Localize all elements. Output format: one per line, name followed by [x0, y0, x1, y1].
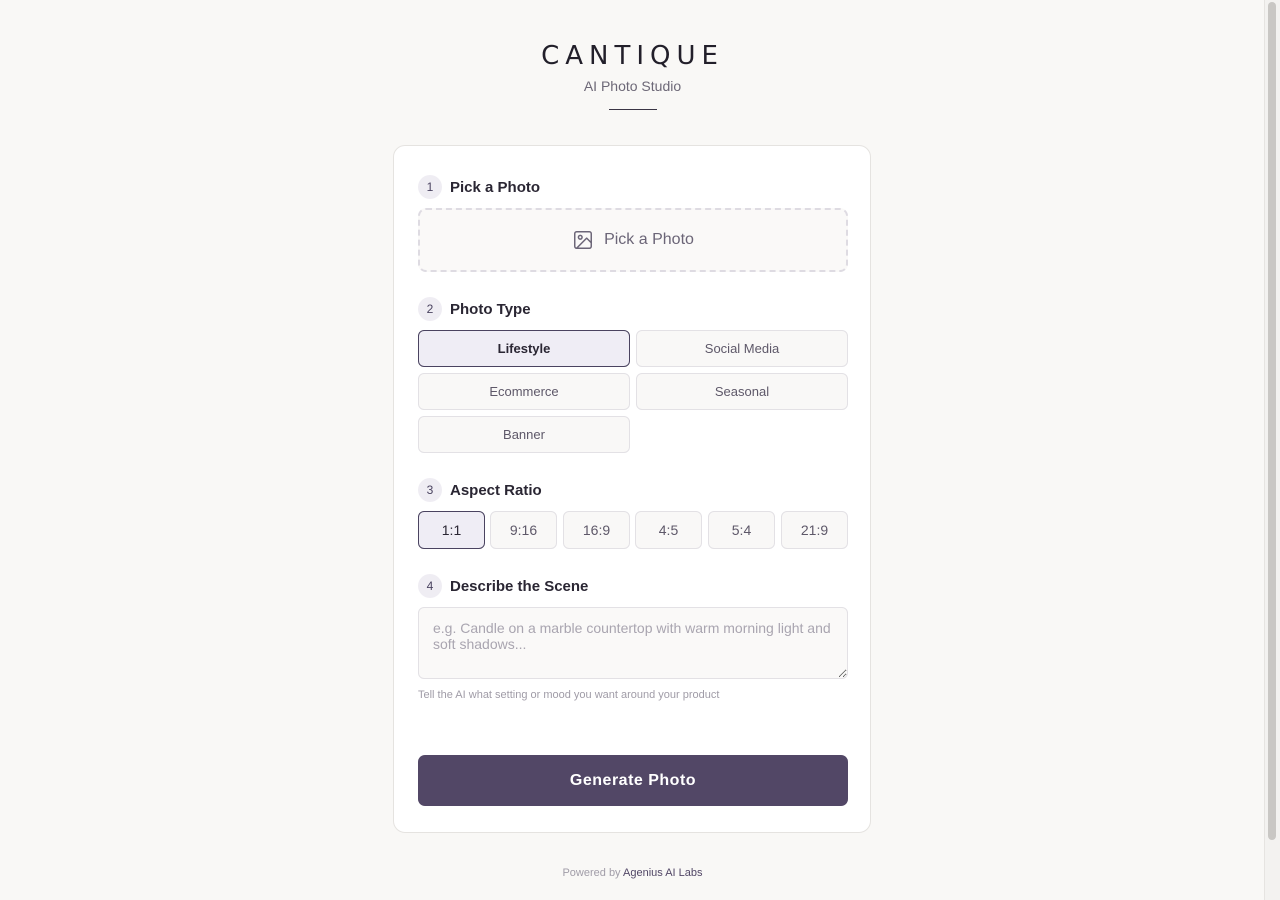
section-pick-photo-header: 1 Pick a Photo [418, 175, 540, 199]
section-title-scene: Describe the Scene [450, 577, 589, 595]
footer-link[interactable]: Agenius AI Labs [623, 867, 703, 879]
photo-upload-dropzone[interactable]: Pick a Photo [418, 208, 848, 272]
photo-type-social-media[interactable]: Social Media [636, 330, 848, 367]
photo-type-ecommerce[interactable]: Ecommerce [418, 373, 630, 410]
header-divider [608, 109, 657, 110]
ratio-21-9[interactable]: 21:9 [781, 511, 848, 549]
section-aspect-ratio-header: 3 Aspect Ratio [418, 478, 542, 502]
scene-description-input[interactable] [418, 607, 848, 679]
footer-prefix: Powered by [562, 867, 621, 879]
step-number-4: 4 [418, 574, 442, 598]
step-number-1: 1 [418, 175, 442, 199]
step-number-2: 2 [418, 297, 442, 321]
photo-form-card: 1 Pick a Photo Pick a Photo 2 Photo Type… [393, 145, 871, 833]
scrollbar[interactable] [1264, 0, 1280, 900]
brand-title: CANTIQUE [541, 41, 724, 71]
section-title-photo-type: Photo Type [450, 300, 531, 318]
upload-label: Pick a Photo [604, 231, 694, 248]
footer: Powered by Agenius AI Labs [0, 867, 1265, 879]
step-number-3: 3 [418, 478, 442, 502]
ratio-5-4[interactable]: 5:4 [708, 511, 775, 549]
scrollbar-thumb[interactable] [1268, 2, 1276, 840]
image-icon [574, 231, 593, 249]
section-title-aspect-ratio: Aspect Ratio [450, 481, 542, 499]
generate-photo-button[interactable]: Generate Photo [418, 755, 848, 806]
ratio-4-5[interactable]: 4:5 [635, 511, 702, 549]
section-title-pick-photo: Pick a Photo [450, 178, 541, 196]
section-scene-header: 4 Describe the Scene [418, 574, 588, 598]
page-header: CANTIQUE AI Photo Studio [0, 40, 1265, 110]
scene-hint: Tell the AI what setting or mood you wan… [418, 689, 720, 701]
photo-type-lifestyle[interactable]: Lifestyle [418, 330, 630, 367]
ratio-16-9[interactable]: 16:9 [563, 511, 630, 549]
ratio-9-16[interactable]: 9:16 [490, 511, 557, 549]
photo-type-seasonal[interactable]: Seasonal [636, 373, 848, 410]
brand-subtitle: AI Photo Studio [583, 78, 682, 94]
photo-type-banner[interactable]: Banner [418, 416, 630, 453]
ratio-1-1[interactable]: 1:1 [418, 511, 485, 549]
section-photo-type-header: 2 Photo Type [418, 297, 531, 321]
